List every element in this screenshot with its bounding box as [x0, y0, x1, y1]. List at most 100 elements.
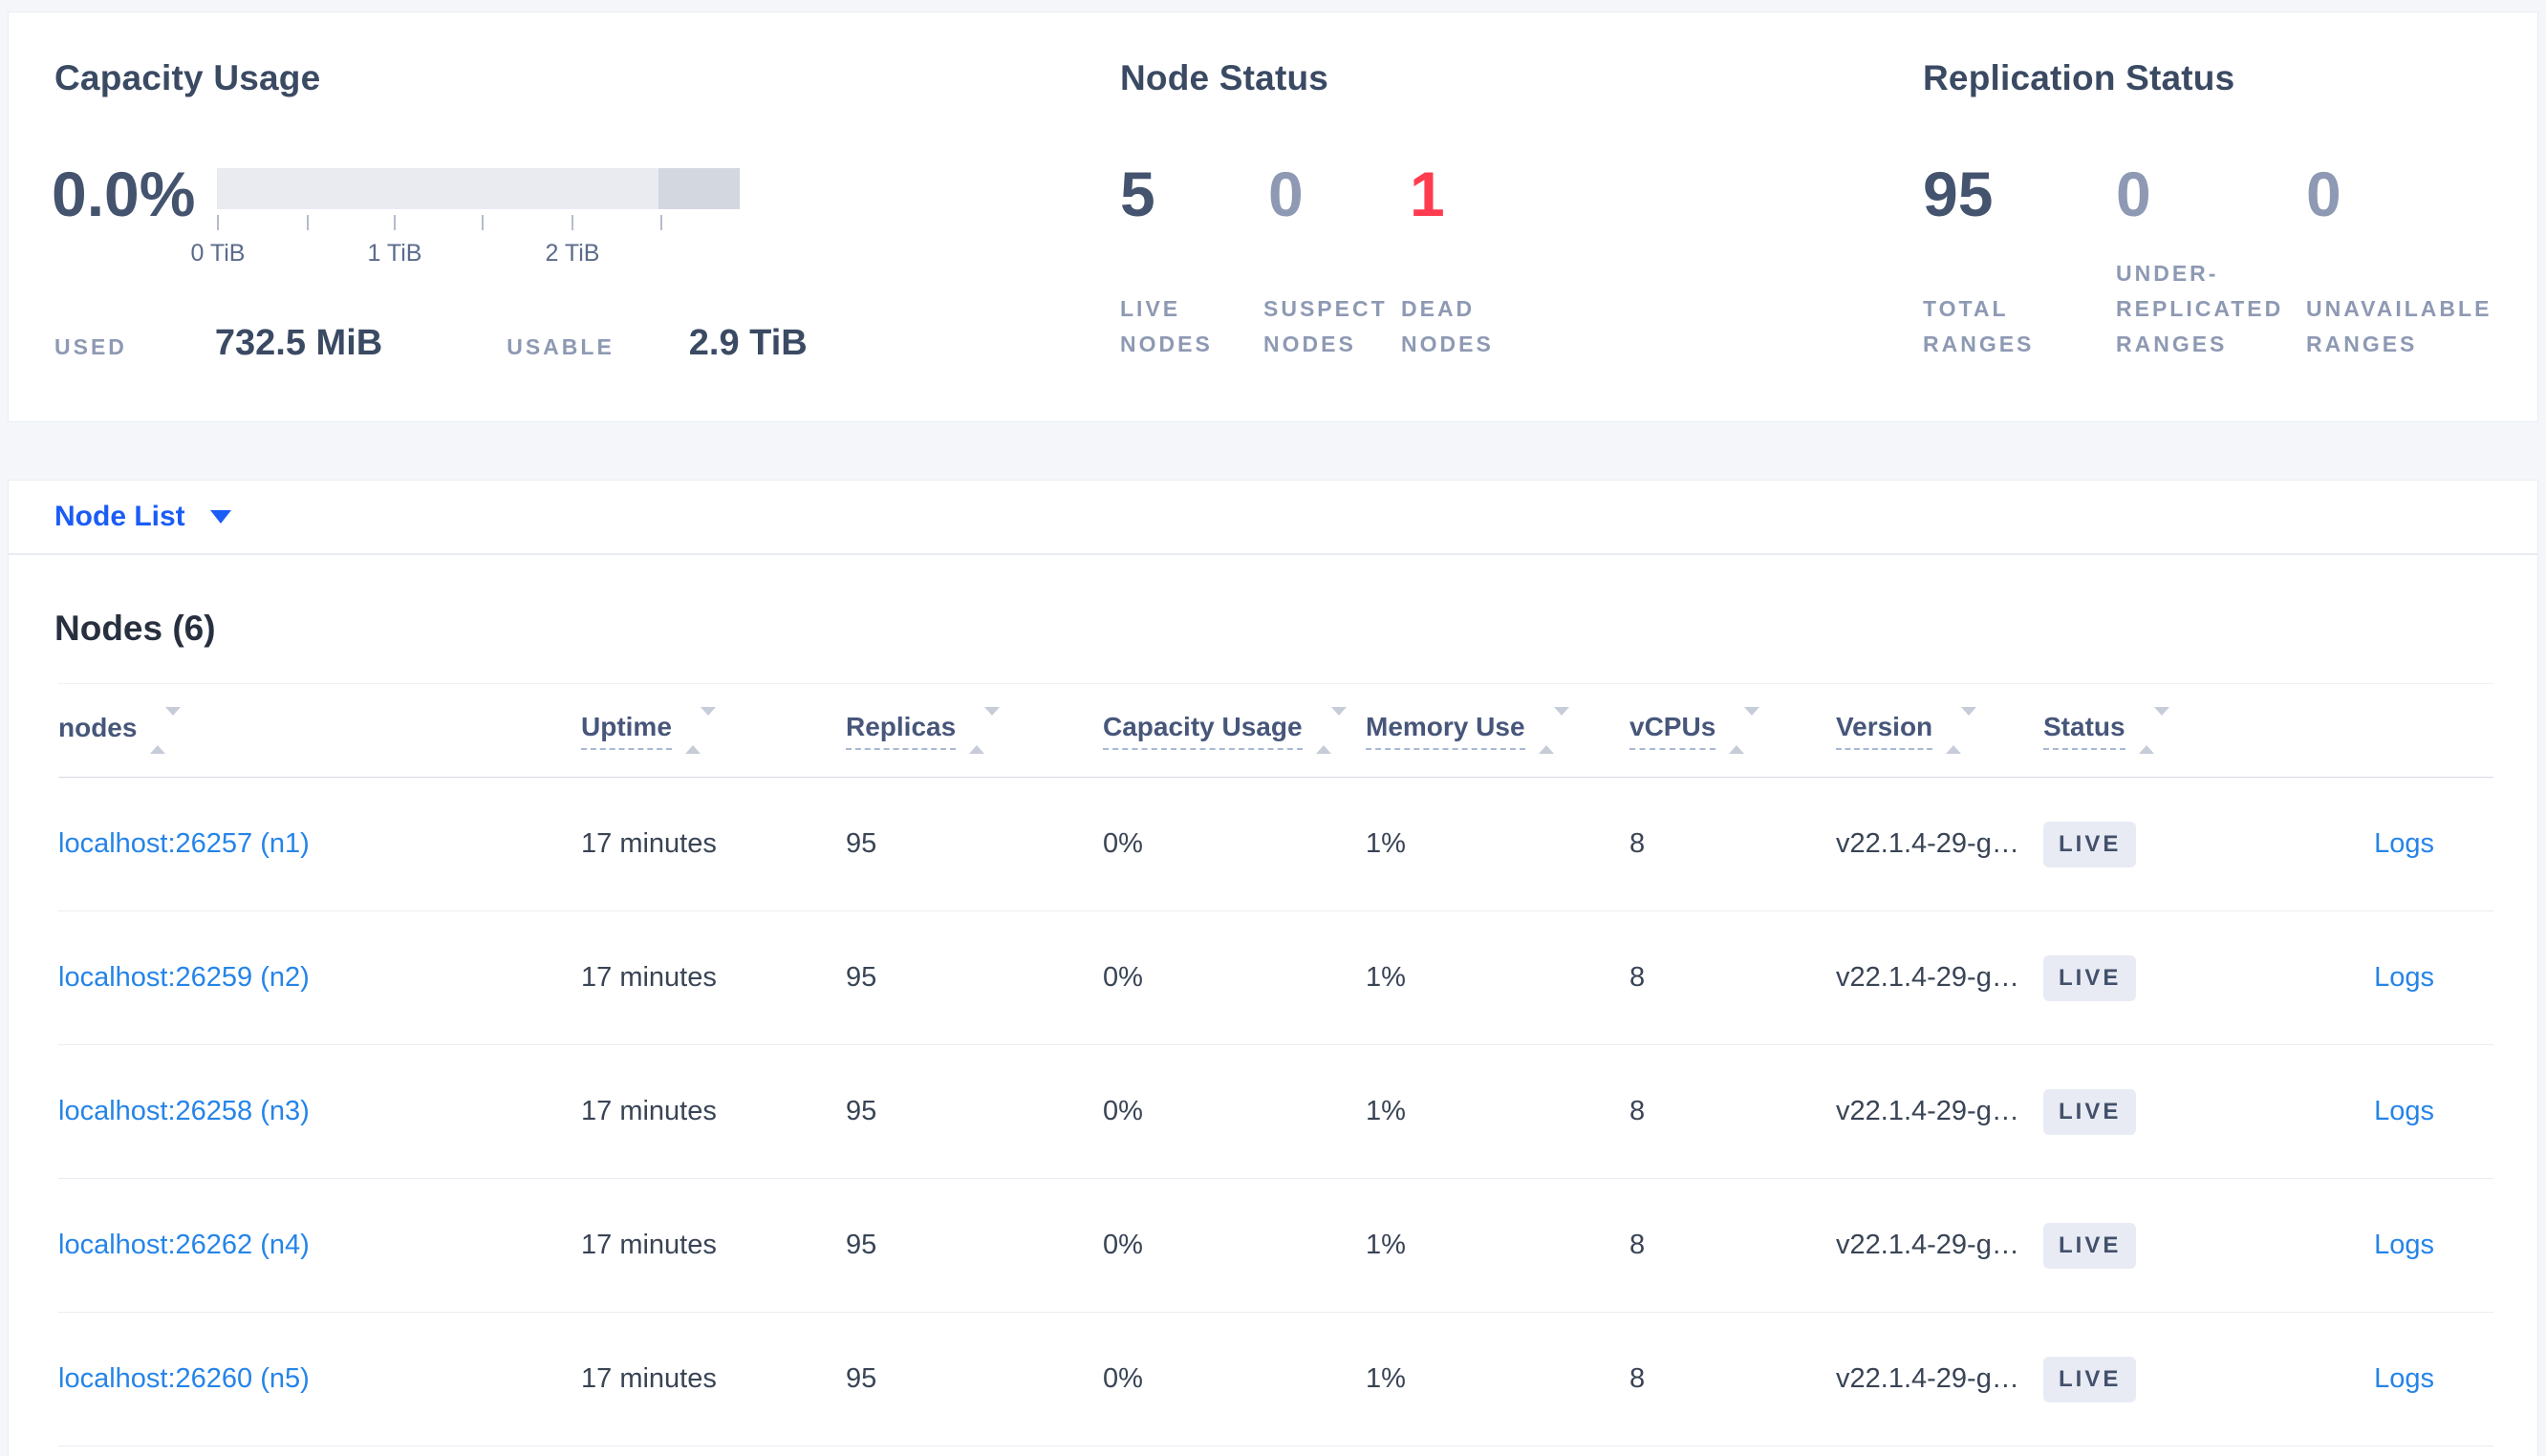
column-header-nodes[interactable]: nodes [58, 706, 581, 754]
sort-icon[interactable] [1538, 706, 1569, 754]
node-list-dropdown[interactable]: Node List [54, 501, 231, 533]
nodes-table: nodes Uptime Replicas Capacity Usage Mem… [58, 683, 2493, 1446]
column-header-vcpus[interactable]: vCPUs [1629, 706, 1836, 754]
status-badge: LIVE [2043, 954, 2137, 1001]
axis-tick-label: 0 TiB [190, 240, 246, 267]
axis-tick [394, 215, 396, 230]
vcpus-cell: 8 [1629, 828, 1646, 859]
total-ranges-count: 95 [1923, 159, 1994, 229]
cluster-summary-card: Capacity Usage 0.0% 0 TiB 1 TiB 2 TiB US… [8, 11, 2538, 422]
node-link[interactable]: localhost:26262 (n4) [58, 1230, 310, 1260]
suspect-nodes-label: SUSPECT NODES [1263, 296, 1388, 356]
memory-cell: 1% [1366, 1096, 1406, 1126]
uptime-cell: 17 minutes [581, 1363, 717, 1394]
version-cell: v22.1.4-29-g… [1836, 1363, 2019, 1394]
used-label: USED [54, 334, 127, 359]
capacity-cell: 0% [1103, 1230, 1143, 1260]
usable-label: USABLE [507, 334, 615, 359]
vcpus-cell: 8 [1629, 1230, 1646, 1260]
status-badge: LIVE [2043, 1222, 2137, 1269]
node-link[interactable]: localhost:26257 (n1) [58, 828, 310, 859]
node-list-dropdown-label: Node List [54, 501, 185, 532]
column-header-replicas[interactable]: Replicas [846, 706, 1103, 754]
usable-value: 2.9 TiB [688, 323, 808, 363]
sort-icon[interactable] [2138, 706, 2169, 754]
node-link[interactable]: localhost:26258 (n3) [58, 1096, 310, 1126]
capacity-reserved-segment [658, 168, 740, 209]
axis-tick [572, 215, 573, 230]
node-link[interactable]: localhost:26259 (n2) [58, 962, 310, 993]
memory-cell: 1% [1366, 1230, 1406, 1260]
live-nodes-count: 5 [1120, 159, 1155, 229]
sort-icon[interactable] [684, 706, 716, 754]
memory-cell: 1% [1366, 1363, 1406, 1394]
replicas-cell: 95 [846, 962, 877, 993]
sort-icon[interactable] [969, 706, 1001, 754]
table-row: localhost:26262 (n4) 17 minutes 95 0% 1%… [58, 1179, 2493, 1313]
vcpus-cell: 8 [1629, 1363, 1646, 1394]
table-row: localhost:26259 (n2) 17 minutes 95 0% 1%… [58, 911, 2493, 1045]
table-row: localhost:26260 (n5) 17 minutes 95 0% 1%… [58, 1313, 2493, 1446]
capacity-cell: 0% [1103, 962, 1143, 993]
version-cell: v22.1.4-29-g… [1836, 1230, 2019, 1260]
capacity-used-usable-row: USED 732.5 MiB USABLE 2.9 TiB [54, 323, 808, 364]
nodes-card: Nodes (6) nodes Uptime Replicas Capacity… [8, 554, 2538, 1456]
column-header-memory-use[interactable]: Memory Use [1366, 706, 1629, 754]
logs-link[interactable]: Logs [2374, 962, 2434, 993]
memory-cell: 1% [1366, 962, 1406, 993]
axis-tick-label: 1 TiB [367, 240, 422, 267]
column-header-uptime[interactable]: Uptime [581, 706, 846, 754]
table-row: localhost:26257 (n1) 17 minutes 95 0% 1%… [58, 778, 2493, 911]
nodes-table-header: nodes Uptime Replicas Capacity Usage Mem… [58, 684, 2493, 778]
view-selector-bar: Node List [8, 480, 2538, 554]
dead-nodes-count: 1 [1410, 159, 1445, 229]
column-header-capacity-usage[interactable]: Capacity Usage [1103, 706, 1366, 754]
capacity-cell: 0% [1103, 828, 1143, 859]
unavailable-ranges-label: UNAVAILABLE RANGES [2306, 296, 2492, 356]
total-ranges-label: TOTAL RANGES [1923, 296, 2035, 356]
suspect-nodes-count: 0 [1268, 159, 1304, 229]
logs-link[interactable]: Logs [2374, 1096, 2434, 1126]
axis-tick [307, 215, 309, 230]
replicas-cell: 95 [846, 1230, 877, 1260]
column-header-version[interactable]: Version [1836, 706, 2043, 754]
capacity-usage-title: Capacity Usage [54, 58, 321, 97]
version-cell: v22.1.4-29-g… [1836, 962, 2019, 993]
replicas-cell: 95 [846, 1096, 877, 1126]
uptime-cell: 17 minutes [581, 828, 717, 859]
column-header-status[interactable]: Status [2043, 706, 2249, 754]
uptime-cell: 17 minutes [581, 1230, 717, 1260]
nodes-heading: Nodes (6) [54, 609, 216, 648]
sort-icon[interactable] [1729, 706, 1760, 754]
under-replicated-ranges-count: 0 [2116, 159, 2151, 229]
axis-tick [217, 215, 219, 230]
status-badge: LIVE [2043, 821, 2137, 867]
cluster-overview-page: Capacity Usage 0.0% 0 TiB 1 TiB 2 TiB US… [0, 0, 2546, 1456]
axis-tick [660, 215, 662, 230]
sort-icon[interactable] [150, 706, 182, 754]
uptime-cell: 17 minutes [581, 1096, 717, 1126]
logs-link[interactable]: Logs [2374, 828, 2434, 859]
status-badge: LIVE [2043, 1356, 2137, 1402]
node-link[interactable]: localhost:26260 (n5) [58, 1363, 310, 1394]
under-replicated-ranges-label: UNDER-REPLICATED RANGES [2116, 261, 2284, 356]
vcpus-cell: 8 [1629, 962, 1646, 993]
version-cell: v22.1.4-29-g… [1836, 828, 2019, 859]
capacity-used-percent: 0.0% [52, 159, 196, 229]
logs-link[interactable]: Logs [2374, 1230, 2434, 1260]
logs-link[interactable]: Logs [2374, 1363, 2434, 1394]
capacity-usage-bar [217, 168, 740, 209]
axis-tick [482, 215, 484, 230]
dead-nodes-label: DEAD NODES [1401, 296, 1494, 356]
vcpus-cell: 8 [1629, 1096, 1646, 1126]
capacity-cell: 0% [1103, 1363, 1143, 1394]
version-cell: v22.1.4-29-g… [1836, 1096, 2019, 1126]
sort-icon[interactable] [1315, 706, 1347, 754]
table-row: localhost:26258 (n3) 17 minutes 95 0% 1%… [58, 1045, 2493, 1179]
unavailable-ranges-count: 0 [2306, 159, 2341, 229]
sort-icon[interactable] [1946, 706, 1977, 754]
capacity-cell: 0% [1103, 1096, 1143, 1126]
replicas-cell: 95 [846, 828, 877, 859]
replicas-cell: 95 [846, 1363, 877, 1394]
axis-tick-label: 2 TiB [545, 240, 600, 267]
